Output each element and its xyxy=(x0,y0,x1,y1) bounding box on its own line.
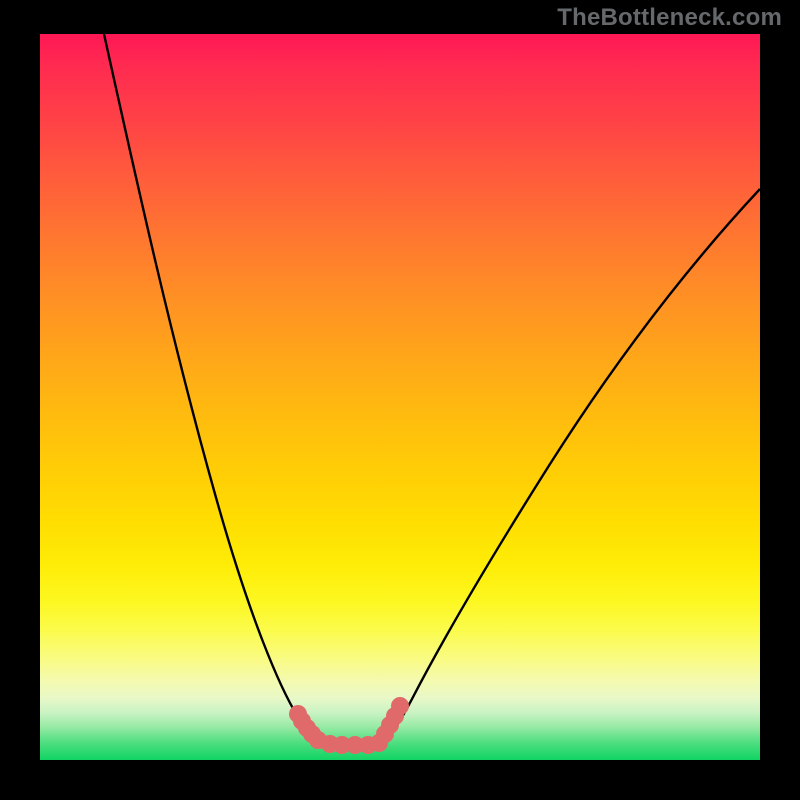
chart-container: TheBottleneck.com xyxy=(0,0,800,800)
marker-dot xyxy=(391,697,409,715)
right-curve xyxy=(382,189,760,744)
watermark-text: TheBottleneck.com xyxy=(557,4,782,32)
plot-area xyxy=(40,34,760,760)
left-curve xyxy=(104,34,324,744)
curve-overlay xyxy=(40,34,760,760)
markers-right xyxy=(370,697,409,752)
markers-bottom xyxy=(321,735,377,754)
